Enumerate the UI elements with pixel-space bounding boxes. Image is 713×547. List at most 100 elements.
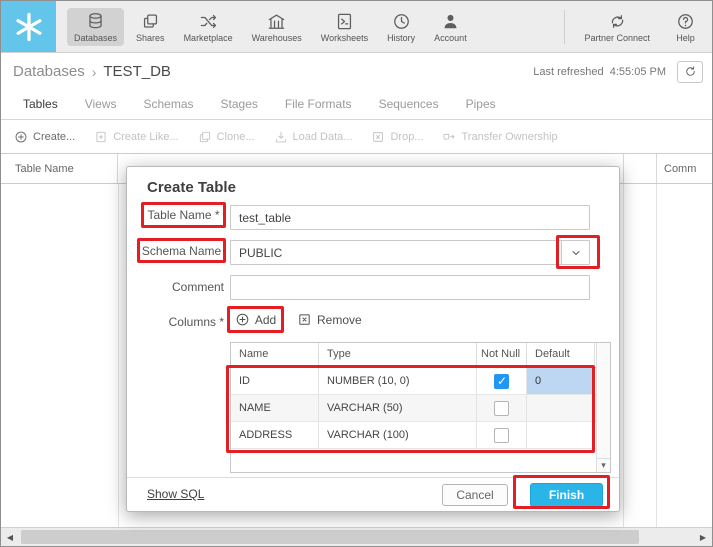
refresh-button[interactable] (677, 60, 703, 83)
remove-label: Remove (317, 312, 362, 327)
top-navigation: Databases Shares Marketplace Warehouses … (1, 1, 712, 53)
nav-item-account[interactable]: Account (427, 8, 474, 46)
tab-tables[interactable]: Tables (23, 97, 58, 111)
warehouses-icon (268, 14, 285, 29)
nav-items: Databases Shares Marketplace Warehouses … (67, 7, 474, 46)
plus-circle-icon (15, 131, 27, 143)
column-row-address: ADDRESS VARCHAR (100) (231, 422, 610, 449)
marketplace-icon (200, 14, 216, 28)
nav-right-group: Partner Connect Help (564, 8, 712, 46)
tab-sequences[interactable]: Sequences (379, 97, 439, 111)
create-table-dialog: Create Table Table Name * Schema Name PU… (126, 166, 620, 512)
column-default-cell[interactable] (527, 395, 595, 421)
column-notnull-cell (477, 422, 527, 448)
schema-name-select[interactable]: PUBLIC (230, 240, 590, 265)
snowflake-icon (16, 12, 41, 41)
show-sql-link[interactable]: Show SQL (147, 487, 204, 501)
create-button[interactable]: Create... (14, 130, 75, 144)
load-data-icon (275, 131, 286, 143)
tab-views[interactable]: Views (85, 97, 117, 111)
dialog-title: Create Table (147, 179, 236, 196)
tab-pipes[interactable]: Pipes (466, 97, 496, 111)
column-type-cell[interactable]: VARCHAR (100) (319, 422, 477, 448)
schema-name-value: PUBLIC (239, 245, 283, 260)
comment-input[interactable] (230, 275, 590, 300)
plus-circle-icon (236, 313, 249, 326)
nav-label: Help (676, 32, 695, 43)
nav-item-history[interactable]: History (380, 8, 422, 46)
table-name-input[interactable] (230, 205, 590, 230)
scroll-left-button[interactable]: ◀ (1, 528, 19, 546)
nav-label: History (387, 32, 416, 43)
column-default-cell[interactable] (527, 422, 595, 448)
tool-label: Clone... (216, 131, 255, 143)
column-notnull-cell (477, 395, 527, 421)
column-header-comment[interactable]: Comm (657, 154, 712, 183)
tab-schemas[interactable]: Schemas (143, 97, 193, 111)
not-null-checkbox[interactable] (494, 400, 509, 416)
nav-item-shares[interactable]: Shares (129, 8, 172, 46)
tab-stages[interactable]: Stages (221, 97, 258, 111)
nav-item-worksheets[interactable]: Worksheets (314, 8, 375, 46)
remove-column-button[interactable]: Remove (297, 312, 362, 327)
column-type-cell[interactable]: NUMBER (10, 0) (319, 368, 477, 394)
nav-item-warehouses[interactable]: Warehouses (245, 8, 309, 46)
refresh-icon (685, 66, 695, 76)
load-data-button[interactable]: Load Data... (274, 130, 352, 144)
column-name-cell[interactable]: ADDRESS (231, 422, 319, 448)
column-name-cell[interactable]: NAME (231, 395, 319, 421)
comment-label: Comment (171, 280, 224, 294)
transfer-ownership-button[interactable]: Transfer Ownership (442, 130, 558, 144)
schema-name-label: Schema Name (137, 238, 226, 263)
create-like-button[interactable]: Create Like... (94, 130, 179, 144)
snowflake-logo[interactable] (1, 1, 56, 52)
nav-label: Account (434, 32, 467, 43)
grid-scroll-down-button[interactable]: ▾ (597, 458, 610, 472)
column-type-cell[interactable]: VARCHAR (50) (319, 395, 477, 421)
column-name-cell[interactable]: ID (231, 368, 319, 394)
header-not-null: Not Null (477, 343, 527, 367)
column-default-cell[interactable]: 0 (527, 368, 595, 394)
scrollbar-thumb[interactable] (21, 530, 639, 544)
grid-column-line (623, 184, 624, 527)
header-name: Name (231, 343, 319, 367)
drop-button[interactable]: Drop... (371, 130, 423, 144)
snowflake-app-window: Databases Shares Marketplace Warehouses … (0, 0, 713, 547)
database-icon (89, 12, 102, 28)
horizontal-scrollbar[interactable]: ◀ ▶ (1, 527, 712, 546)
clone-button[interactable]: Clone... (198, 130, 255, 144)
worksheets-icon (337, 13, 352, 29)
schema-dropdown-button[interactable] (561, 241, 589, 264)
column-header-empty (623, 154, 657, 183)
not-null-checkbox[interactable] (494, 427, 509, 443)
column-row-id: ID NUMBER (10, 0) 0 (231, 368, 610, 395)
nav-label: Shares (136, 32, 165, 43)
shares-icon (143, 14, 157, 28)
nav-item-partner-connect[interactable]: Partner Connect (577, 8, 657, 46)
tab-file-formats[interactable]: File Formats (285, 97, 352, 111)
drop-icon (373, 132, 384, 142)
tables-toolbar: Create... Create Like... Clone... Load D… (1, 121, 712, 153)
dialog-footer: Show SQL Cancel Finish (127, 477, 619, 511)
add-column-button[interactable]: Add (235, 312, 276, 327)
table-name-label: Table Name * (141, 202, 226, 228)
columns-label: Columns * (168, 315, 224, 329)
cancel-button[interactable]: Cancel (442, 484, 508, 506)
not-null-checkbox[interactable] (494, 373, 509, 389)
remove-column-icon (299, 314, 310, 325)
nav-item-help[interactable]: Help (669, 8, 702, 46)
nav-item-marketplace[interactable]: Marketplace (177, 8, 240, 46)
nav-label: Partner Connect (584, 32, 650, 43)
nav-item-databases[interactable]: Databases (67, 7, 125, 46)
tool-label: Transfer Ownership (461, 131, 558, 143)
column-notnull-cell (477, 368, 527, 394)
scroll-right-button[interactable]: ▶ (694, 528, 712, 546)
grid-column-line (118, 184, 119, 527)
nav-label: Worksheets (320, 32, 369, 43)
refresh-group: Last refreshed 4:55:05 PM (533, 60, 703, 83)
column-header-table-name[interactable]: Table Name (1, 154, 118, 183)
finish-button[interactable]: Finish (530, 483, 603, 507)
scrollbar-track[interactable] (19, 528, 694, 546)
columns-grid-scrollbar[interactable]: ▾ (596, 343, 610, 472)
breadcrumb-databases[interactable]: Databases (13, 63, 85, 80)
